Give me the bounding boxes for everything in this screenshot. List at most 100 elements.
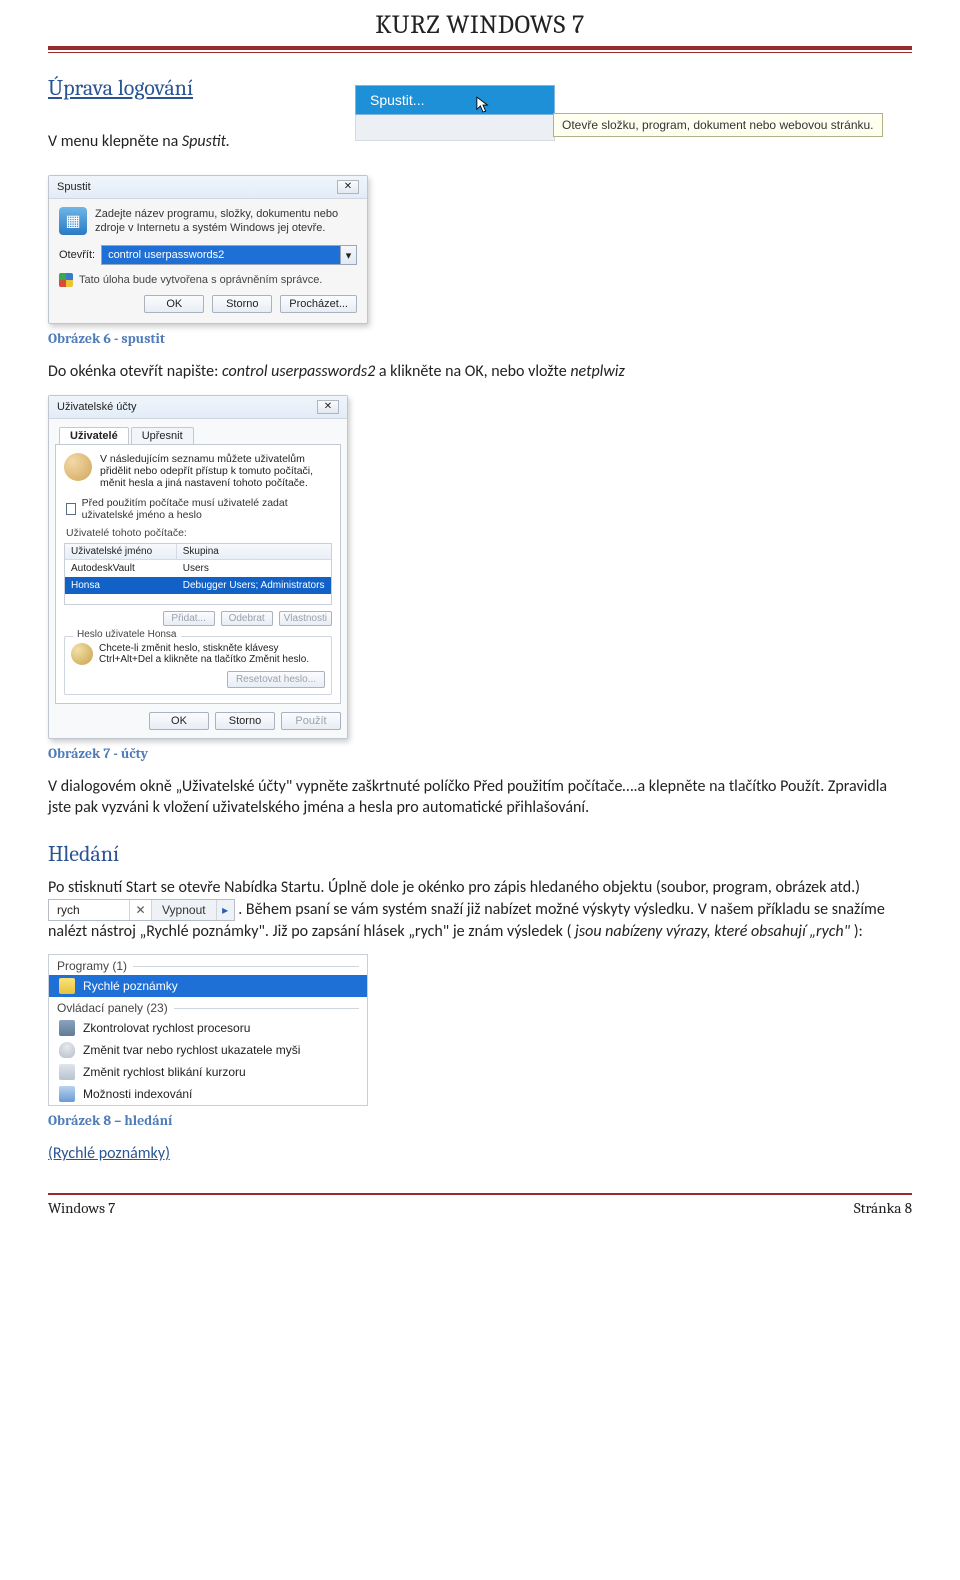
mouse-icon xyxy=(59,1042,75,1058)
checkbox-icon[interactable] xyxy=(66,503,76,515)
caret-icon xyxy=(59,1064,75,1080)
para-intro-a: V menu klepněte na xyxy=(48,132,182,151)
cell-user2: Honsa xyxy=(65,578,177,593)
ok-button[interactable]: OK xyxy=(144,295,204,313)
result-label: Zkontrolovat rychlost procesoru xyxy=(83,1021,250,1035)
link-rychle-poznamky[interactable]: (Rychlé poznámky) xyxy=(48,1144,170,1163)
uac-text: Tato úloha bude vytvořena s oprávněním s… xyxy=(79,274,322,286)
run-titlebar: Spustit ✕ xyxy=(49,176,367,199)
tab-upresnit[interactable]: Upřesnit xyxy=(131,427,194,444)
cell-group1: Users xyxy=(177,561,331,576)
cancel-button[interactable]: Storno xyxy=(215,712,275,730)
ok-button[interactable]: OK xyxy=(149,712,209,730)
menu-item-spustit[interactable]: Spustit... xyxy=(355,85,555,115)
remove-button[interactable]: Odebrat xyxy=(221,611,273,626)
footer-right: Stránka 8 xyxy=(854,1199,912,1217)
run-desc: Zadejte název programu, složky, dokument… xyxy=(95,207,357,236)
cell-group2: Debugger Users; Administrators xyxy=(177,578,331,593)
chevron-right-icon[interactable]: ▸ xyxy=(216,900,234,920)
reset-password-button[interactable]: Resetovat heslo... xyxy=(227,671,325,688)
table-row[interactable]: Honsa Debugger Users; Administrators xyxy=(65,577,331,594)
cancel-button[interactable]: Storno xyxy=(212,295,272,313)
caption-ua: Obrázek 7 - účty xyxy=(48,745,912,762)
list-item[interactable]: Zkontrolovat rychlost procesoru xyxy=(49,1017,367,1039)
page-title: KURZ WINDOWS 7 xyxy=(48,0,912,40)
para-intro-b: Spustit. xyxy=(182,132,230,151)
results-hdr2-text: Ovládací panely (23) xyxy=(57,1001,168,1015)
cpu-icon xyxy=(59,1020,75,1036)
link-rychle-poznamky-p: (Rychlé poznámky) xyxy=(48,1143,912,1165)
list-item[interactable]: Změnit rychlost blikání kurzoru xyxy=(49,1061,367,1083)
par-d: netplwiz xyxy=(570,362,624,381)
results-hdr1-text: Programy (1) xyxy=(57,959,127,973)
table-row[interactable]: AutodeskVault Users xyxy=(65,560,331,577)
tab-uzivatele[interactable]: Uživatelé xyxy=(59,427,129,444)
search-input[interactable]: rych xyxy=(49,900,129,920)
inline-search-box[interactable]: rych ✕ Vypnout ▸ xyxy=(48,899,235,921)
para-ua1: V dialogovém okně „Uživatelské účty" vyp… xyxy=(48,776,912,819)
par-a: Do okénka otevřít napište: xyxy=(48,362,222,381)
search-shutdown-label[interactable]: Vypnout xyxy=(151,900,216,920)
open-label: Otevřít: xyxy=(59,249,95,261)
close-icon[interactable]: ✕ xyxy=(317,400,339,414)
search-results: Programy (1) Rychlé poznámky Ovládací pa… xyxy=(48,954,368,1106)
properties-button[interactable]: Vlastnosti xyxy=(279,611,332,626)
result-label: Možnosti indexování xyxy=(83,1087,192,1101)
ua-password-box: Heslo uživatele Honsa Chcete-li změnit h… xyxy=(64,636,332,695)
ua-title-text: Uživatelské účty xyxy=(57,401,136,413)
ph-c: jsou nabízeny výrazy, které obsahují „ry… xyxy=(575,922,850,941)
ua-blurb-text: V následujícím seznamu můžete uživatelům… xyxy=(100,453,332,489)
footer-left: Windows 7 xyxy=(48,1199,115,1217)
ua-checkbox-row[interactable]: Před použitím počítače musí uživatelé za… xyxy=(66,497,332,521)
uac-shield-icon xyxy=(59,273,73,287)
apply-button[interactable]: Použít xyxy=(281,712,341,730)
result-label: Změnit tvar nebo rychlost ukazatele myši xyxy=(83,1043,300,1057)
cursor-icon xyxy=(476,96,490,114)
ua-user-list[interactable]: Uživatelské jméno Skupina AutodeskVault … xyxy=(64,543,332,605)
close-icon[interactable]: ✕ xyxy=(337,180,359,194)
cell-user1: AutodeskVault xyxy=(65,561,177,576)
users-icon xyxy=(64,453,92,481)
menu-below xyxy=(355,115,555,141)
ph-d: ): xyxy=(854,922,863,941)
results-header-ovladaci: Ovládací panely (23) xyxy=(49,997,367,1017)
ua-pwd-label: Heslo uživatele Honsa xyxy=(73,629,181,640)
para-after-run: Do okénka otevřít napište: control userp… xyxy=(48,361,912,383)
run-title-text: Spustit xyxy=(57,181,91,193)
run-icon: ▦ xyxy=(59,207,87,235)
add-button[interactable]: Přidat... xyxy=(163,611,215,626)
browse-button[interactable]: Procházet... xyxy=(280,295,357,313)
col-username: Uživatelské jméno xyxy=(65,544,177,559)
key-icon xyxy=(71,643,93,665)
sticky-notes-icon xyxy=(59,978,75,994)
ua-pwd-text: Chcete-li změnit heslo, stiskněte kláves… xyxy=(71,643,325,665)
ua-list-label: Uživatelé tohoto počítače: xyxy=(66,527,332,539)
caption-run: Obrázek 6 - spustit xyxy=(48,330,912,347)
ph-a: Po stisknutí Start se otevře Nabídka Sta… xyxy=(48,878,860,897)
run-dialog: Spustit ✕ ▦ Zadejte název programu, slož… xyxy=(48,175,368,325)
result-label: Rychlé poznámky xyxy=(83,979,178,993)
list-item[interactable]: Možnosti indexování xyxy=(49,1083,367,1105)
ua-check-label: Před použitím počítače musí uživatelé za… xyxy=(82,497,332,521)
caption-results: Obrázek 8 – hledání xyxy=(48,1112,912,1129)
ua-list-header: Uživatelské jméno Skupina xyxy=(65,544,331,560)
menu-item-label: Spustit... xyxy=(370,92,424,108)
open-combobox[interactable]: control userpasswords2 ▾ xyxy=(101,245,357,265)
index-icon xyxy=(59,1086,75,1102)
col-group: Skupina xyxy=(177,544,331,559)
heading-hledani: Hledání xyxy=(48,841,912,867)
para-hledani: Po stisknutí Start se otevře Nabídka Sta… xyxy=(48,877,912,942)
clear-icon[interactable]: ✕ xyxy=(129,900,151,920)
spustit-menu-cluster: Spustit... Otevře složku, program, dokum… xyxy=(355,85,555,141)
chevron-down-icon[interactable]: ▾ xyxy=(340,246,356,264)
tooltip: Otevře složku, program, dokument nebo we… xyxy=(553,113,883,137)
footer: Windows 7 Stránka 8 xyxy=(48,1195,912,1217)
list-item[interactable]: Rychlé poznámky xyxy=(49,975,367,997)
title-rule xyxy=(48,46,912,53)
list-item[interactable]: Změnit tvar nebo rychlost ukazatele myši xyxy=(49,1039,367,1061)
result-label: Změnit rychlost blikání kurzoru xyxy=(83,1065,246,1079)
par-c: a klikněte na OK, nebo vložte xyxy=(379,362,570,381)
results-header-programy: Programy (1) xyxy=(49,955,367,975)
par-b: control userpasswords2 xyxy=(222,362,375,381)
user-accounts-dialog: Uživatelské účty ✕ Uživatelé Upřesnit V … xyxy=(48,395,348,739)
